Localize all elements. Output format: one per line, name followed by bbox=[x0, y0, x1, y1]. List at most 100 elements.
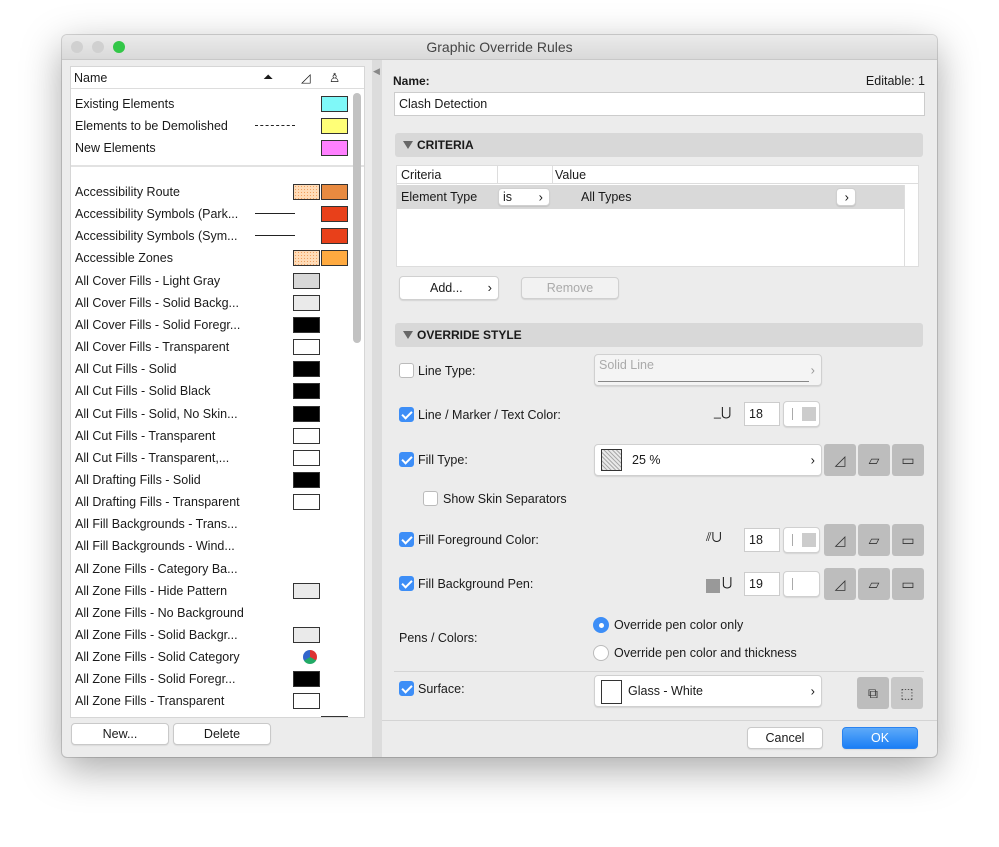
surface-3d-icon[interactable]: ⧉ bbox=[857, 677, 889, 709]
list-item[interactable]: All Cut Fills - Transparent,... bbox=[75, 447, 360, 469]
cancel-button[interactable]: Cancel bbox=[747, 727, 823, 749]
fill-swatch bbox=[293, 671, 320, 688]
fill-type-3d-icon[interactable]: ▭ bbox=[892, 444, 924, 476]
background-pen-icon bbox=[706, 579, 720, 593]
fill-type-plan-icon[interactable]: ◿ bbox=[824, 444, 856, 476]
line-type-preview bbox=[255, 213, 295, 215]
list-item[interactable]: All Cover Fills - Solid Foregr... bbox=[75, 314, 360, 336]
list-item[interactable]: All Cut Fills - Solid Black bbox=[75, 380, 360, 402]
fill-type-checkbox[interactable] bbox=[399, 452, 414, 467]
fill-foreground-3d-icon[interactable]: ▭ bbox=[892, 524, 924, 556]
list-item-label: All Cover Fills - Solid Backg... bbox=[75, 295, 239, 310]
list-item[interactable]: All Zone Fills - Category Ba... bbox=[75, 558, 360, 580]
list-item[interactable]: All Cut Fills - Transparent bbox=[75, 425, 360, 447]
fill-background-checkbox[interactable] bbox=[399, 576, 414, 591]
radio-pen-color-only[interactable] bbox=[593, 617, 609, 633]
rules-list[interactable]: Name ⏶ ◿ ♙ Existing Elements Elements to … bbox=[70, 66, 365, 718]
line-type-label: Line Type: bbox=[418, 364, 476, 378]
fill-foreground-pen-input[interactable]: 18 bbox=[744, 528, 780, 552]
name-input[interactable]: Clash Detection bbox=[394, 92, 925, 116]
list-item[interactable]: All Zone Fills - No Background bbox=[75, 602, 360, 624]
list-item[interactable]: Accessibility Symbols (Sym... bbox=[75, 225, 360, 247]
line-type-dropdown[interactable]: Solid Line › bbox=[594, 354, 822, 386]
list-item[interactable]: All Cover Fills - Transparent bbox=[75, 336, 360, 358]
list-item[interactable]: Black and White Transparent bbox=[75, 713, 360, 717]
fill-background-swatch[interactable] bbox=[783, 571, 820, 597]
list-item[interactable]: All Cover Fills - Light Gray bbox=[75, 270, 360, 292]
close-button[interactable] bbox=[71, 41, 83, 53]
surface-swatch bbox=[321, 715, 348, 717]
fill-type-dropdown[interactable]: 25 % › bbox=[594, 444, 822, 476]
list-item[interactable]: All Zone Fills - Hide Pattern bbox=[75, 580, 360, 602]
minimize-button[interactable] bbox=[92, 41, 104, 53]
splitter[interactable]: ◀ bbox=[372, 60, 382, 757]
fill-foreground-swatch[interactable] bbox=[783, 527, 820, 553]
fill-foreground-section-icon[interactable]: ▱ bbox=[858, 524, 890, 556]
list-item-label: All Cut Fills - Solid bbox=[75, 362, 177, 377]
list-item[interactable]: Accessible Zones bbox=[75, 247, 360, 269]
surface-icon[interactable]: ♙ bbox=[329, 70, 340, 85]
list-item-label: All Cut Fills - Solid Black bbox=[75, 384, 211, 399]
line-type-preview bbox=[255, 125, 295, 126]
remove-criteria-button[interactable]: Remove bbox=[521, 277, 619, 299]
list-item[interactable]: Elements to be Demolished bbox=[75, 115, 360, 137]
list-item[interactable]: All Cover Fills - Solid Backg... bbox=[75, 292, 360, 314]
list-item[interactable]: All Cut Fills - Solid, No Skin... bbox=[75, 403, 360, 425]
list-item-label: All Cut Fills - Solid, No Skin... bbox=[75, 406, 238, 421]
surface-section-icon[interactable]: ⬚ bbox=[891, 677, 923, 709]
zoom-button[interactable] bbox=[113, 41, 125, 53]
list-item[interactable]: Accessibility Symbols (Park... bbox=[75, 203, 360, 225]
line-color-checkbox[interactable] bbox=[399, 407, 414, 422]
radio-pen-color-thickness[interactable] bbox=[593, 645, 609, 661]
line-type-icon[interactable]: ⏶ bbox=[263, 70, 273, 85]
fill-pattern-icon bbox=[601, 449, 622, 471]
scrollbar[interactable] bbox=[353, 93, 361, 343]
list-header: Name ⏶ ◿ ♙ bbox=[71, 67, 364, 89]
override-style-section-header[interactable]: OVERRIDE STYLE bbox=[395, 323, 923, 347]
add-criteria-button[interactable]: Add... › bbox=[399, 276, 499, 300]
list-item[interactable]: All Drafting Fills - Solid bbox=[75, 469, 360, 491]
list-item[interactable]: Existing Elements bbox=[75, 93, 360, 115]
fill-background-plan-icon[interactable]: ◿ bbox=[824, 568, 856, 600]
surface-swatch bbox=[321, 206, 348, 223]
fill-type-section-icon[interactable]: ▱ bbox=[858, 444, 890, 476]
radio-label: Override pen color and thickness bbox=[614, 646, 797, 660]
delete-button[interactable]: Delete bbox=[173, 723, 271, 745]
surface-dropdown[interactable]: Glass - White › bbox=[594, 675, 822, 707]
fill-background-section-icon[interactable]: ▱ bbox=[858, 568, 890, 600]
line-type-checkbox[interactable] bbox=[399, 363, 414, 378]
line-color-label: Line / Marker / Text Color: bbox=[418, 408, 561, 422]
fill-foreground-plan-icon[interactable]: ◿ bbox=[824, 524, 856, 556]
list-item[interactable]: All Cut Fills - Solid bbox=[75, 358, 360, 380]
fill-swatch bbox=[293, 361, 320, 378]
ok-button[interactable]: OK bbox=[842, 727, 918, 749]
list-item[interactable]: Accessibility Route bbox=[75, 181, 360, 203]
list-item[interactable]: All Fill Backgrounds - Trans... bbox=[75, 513, 360, 535]
list-item[interactable]: All Zone Fills - Solid Category bbox=[75, 646, 360, 668]
fill-foreground-checkbox[interactable] bbox=[399, 532, 414, 547]
line-color-pen-input[interactable]: 18 bbox=[744, 402, 780, 426]
list-item-label: All Drafting Fills - Transparent bbox=[75, 495, 240, 510]
skin-separators-checkbox[interactable] bbox=[423, 491, 438, 506]
line-color-swatch[interactable] bbox=[783, 401, 820, 427]
window-title: Graphic Override Rules bbox=[426, 39, 573, 55]
criteria-section-header[interactable]: CRITERIA bbox=[395, 133, 923, 157]
fill-icon[interactable]: ◿ bbox=[301, 70, 311, 85]
value-cell: All Types bbox=[581, 190, 632, 204]
operator-dropdown[interactable]: is › bbox=[498, 188, 550, 206]
surface-checkbox[interactable] bbox=[399, 681, 414, 696]
pen-icon: _⋃ bbox=[714, 405, 732, 419]
fill-background-pen-input[interactable]: 19 bbox=[744, 572, 780, 596]
list-item[interactable]: All Zone Fills - Transparent bbox=[75, 690, 360, 712]
criteria-row[interactable]: Element Type is › All Types › bbox=[397, 185, 905, 209]
list-item-label: Accessibility Route bbox=[75, 185, 180, 199]
list-item[interactable]: All Fill Backgrounds - Wind... bbox=[75, 535, 360, 557]
new-button[interactable]: New... bbox=[71, 723, 169, 745]
list-item[interactable]: New Elements bbox=[75, 137, 360, 159]
value-picker-button[interactable]: › bbox=[836, 188, 856, 206]
list-item[interactable]: All Zone Fills - Solid Foregr... bbox=[75, 668, 360, 690]
list-item[interactable]: All Zone Fills - Solid Backgr... bbox=[75, 624, 360, 646]
list-item[interactable]: All Drafting Fills - Transparent bbox=[75, 491, 360, 513]
fill-background-3d-icon[interactable]: ▭ bbox=[892, 568, 924, 600]
column-name[interactable]: Name bbox=[74, 71, 107, 85]
